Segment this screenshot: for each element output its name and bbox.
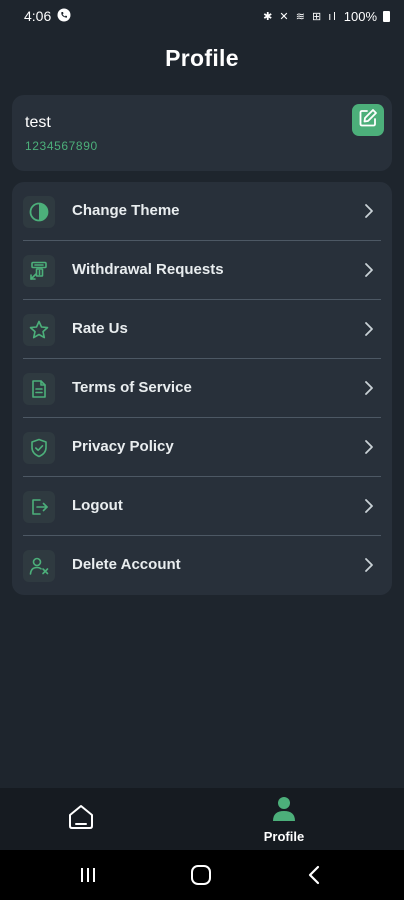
nav-home-button[interactable]: [66, 802, 96, 832]
menu-item-label: Rate Us: [72, 320, 128, 337]
nav-profile-label: Profile: [263, 829, 305, 844]
delete-user-icon: [23, 550, 55, 582]
status-icons: ✱ ✕ ≋ ⊞ ıl: [263, 10, 338, 23]
menu-item-label: Withdrawal Requests: [72, 261, 224, 278]
logout-icon: [23, 491, 55, 523]
profile-icon: [270, 794, 298, 827]
menu-item-change-theme[interactable]: Change Theme: [12, 182, 392, 241]
menu-item-rate-us[interactable]: Rate Us: [12, 300, 392, 359]
recent-apps-icon: [78, 868, 98, 889]
menu-item-label: Privacy Policy: [72, 438, 174, 455]
shield-check-icon: [23, 432, 55, 464]
page-title: Profile: [165, 44, 239, 71]
bottom-nav: Profile: [0, 788, 404, 850]
system-nav-bar: [0, 850, 404, 900]
home-icon: [66, 805, 96, 836]
battery-icon: [383, 10, 390, 22]
status-right: ✱ ✕ ≋ ⊞ ıl 100%: [263, 9, 390, 24]
menu-item-logout[interactable]: Logout: [12, 477, 392, 536]
recent-apps-button[interactable]: [78, 865, 98, 885]
circle-home-icon: [190, 865, 212, 889]
settings-menu: Change Theme Withdrawal Requests Rate Us…: [12, 182, 392, 595]
menu-item-label: Terms of Service: [72, 379, 192, 396]
chevron-right-icon: [364, 321, 374, 337]
chevron-right-icon: [364, 203, 374, 219]
home-system-button[interactable]: [190, 865, 212, 885]
chevron-right-icon: [364, 557, 374, 573]
menu-item-terms-of-service[interactable]: Terms of Service: [12, 359, 392, 418]
menu-item-label: Change Theme: [72, 202, 180, 219]
edit-icon: [357, 107, 379, 134]
theme-contrast-icon: [23, 196, 55, 228]
chevron-right-icon: [364, 262, 374, 278]
menu-item-label: Delete Account: [72, 556, 181, 573]
status-time: 4:06: [24, 8, 52, 24]
nav-profile-tab[interactable]: Profile: [254, 794, 314, 846]
document-icon: [23, 373, 55, 405]
back-arrow-icon: [306, 865, 322, 889]
menu-item-withdrawal-requests[interactable]: Withdrawal Requests: [12, 241, 392, 300]
back-button[interactable]: [306, 865, 322, 885]
menu-item-privacy-policy[interactable]: Privacy Policy: [12, 418, 392, 477]
user-phone: 1234567890: [25, 139, 98, 153]
chevron-right-icon: [364, 439, 374, 455]
money-transfer-icon: [23, 255, 55, 287]
star-icon: [23, 314, 55, 346]
user-name: test: [25, 114, 51, 131]
status-bar: 4:06 ✱ ✕ ≋ ⊞ ıl 100%: [0, 0, 404, 32]
status-left: 4:06: [24, 8, 71, 25]
battery-percent: 100%: [343, 8, 377, 24]
phone-call-icon: [57, 8, 71, 25]
edit-profile-button[interactable]: [352, 104, 384, 136]
menu-item-label: Logout: [72, 497, 123, 514]
menu-item-delete-account[interactable]: Delete Account: [12, 536, 392, 595]
user-card: test 1234567890: [12, 95, 392, 171]
chevron-right-icon: [364, 380, 374, 396]
chevron-right-icon: [364, 498, 374, 514]
